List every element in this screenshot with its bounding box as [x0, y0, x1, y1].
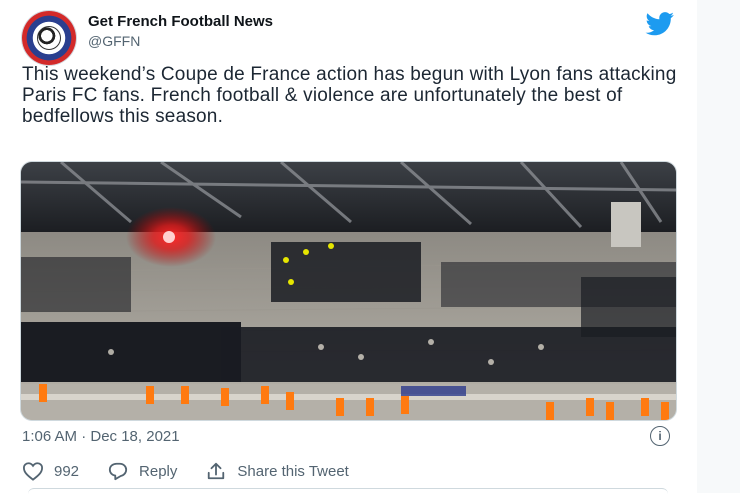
account-handle[interactable]: @GFFN	[88, 33, 140, 49]
football-logo-icon	[37, 26, 61, 50]
reply-label: Reply	[139, 462, 178, 480]
twitter-bird-icon[interactable]	[645, 12, 675, 36]
account-avatar[interactable]	[22, 11, 76, 65]
card-bottom-edge	[28, 488, 668, 494]
reply-button[interactable]: Reply	[107, 461, 177, 481]
tweet-photo[interactable]	[20, 161, 677, 421]
share-icon	[208, 462, 225, 480]
like-button[interactable]: 992	[22, 461, 79, 481]
tweet-card: Get French Football News @GFFN This week…	[0, 0, 698, 493]
tweet-actions: 992 Reply Share this Tweet	[22, 461, 377, 481]
tweet-text: This weekend’s Coupe de France action ha…	[22, 64, 677, 127]
reply-icon	[108, 462, 128, 481]
info-icon[interactable]: i	[650, 426, 670, 446]
page-background	[697, 0, 740, 493]
share-button[interactable]: Share this Tweet	[205, 461, 349, 481]
tweet-timestamp[interactable]: 1:06 AM · Dec 18, 2021	[22, 428, 180, 445]
account-name[interactable]: Get French Football News	[88, 13, 273, 30]
heart-icon	[22, 462, 44, 481]
like-count: 992	[54, 462, 80, 480]
share-label: Share this Tweet	[237, 462, 349, 480]
